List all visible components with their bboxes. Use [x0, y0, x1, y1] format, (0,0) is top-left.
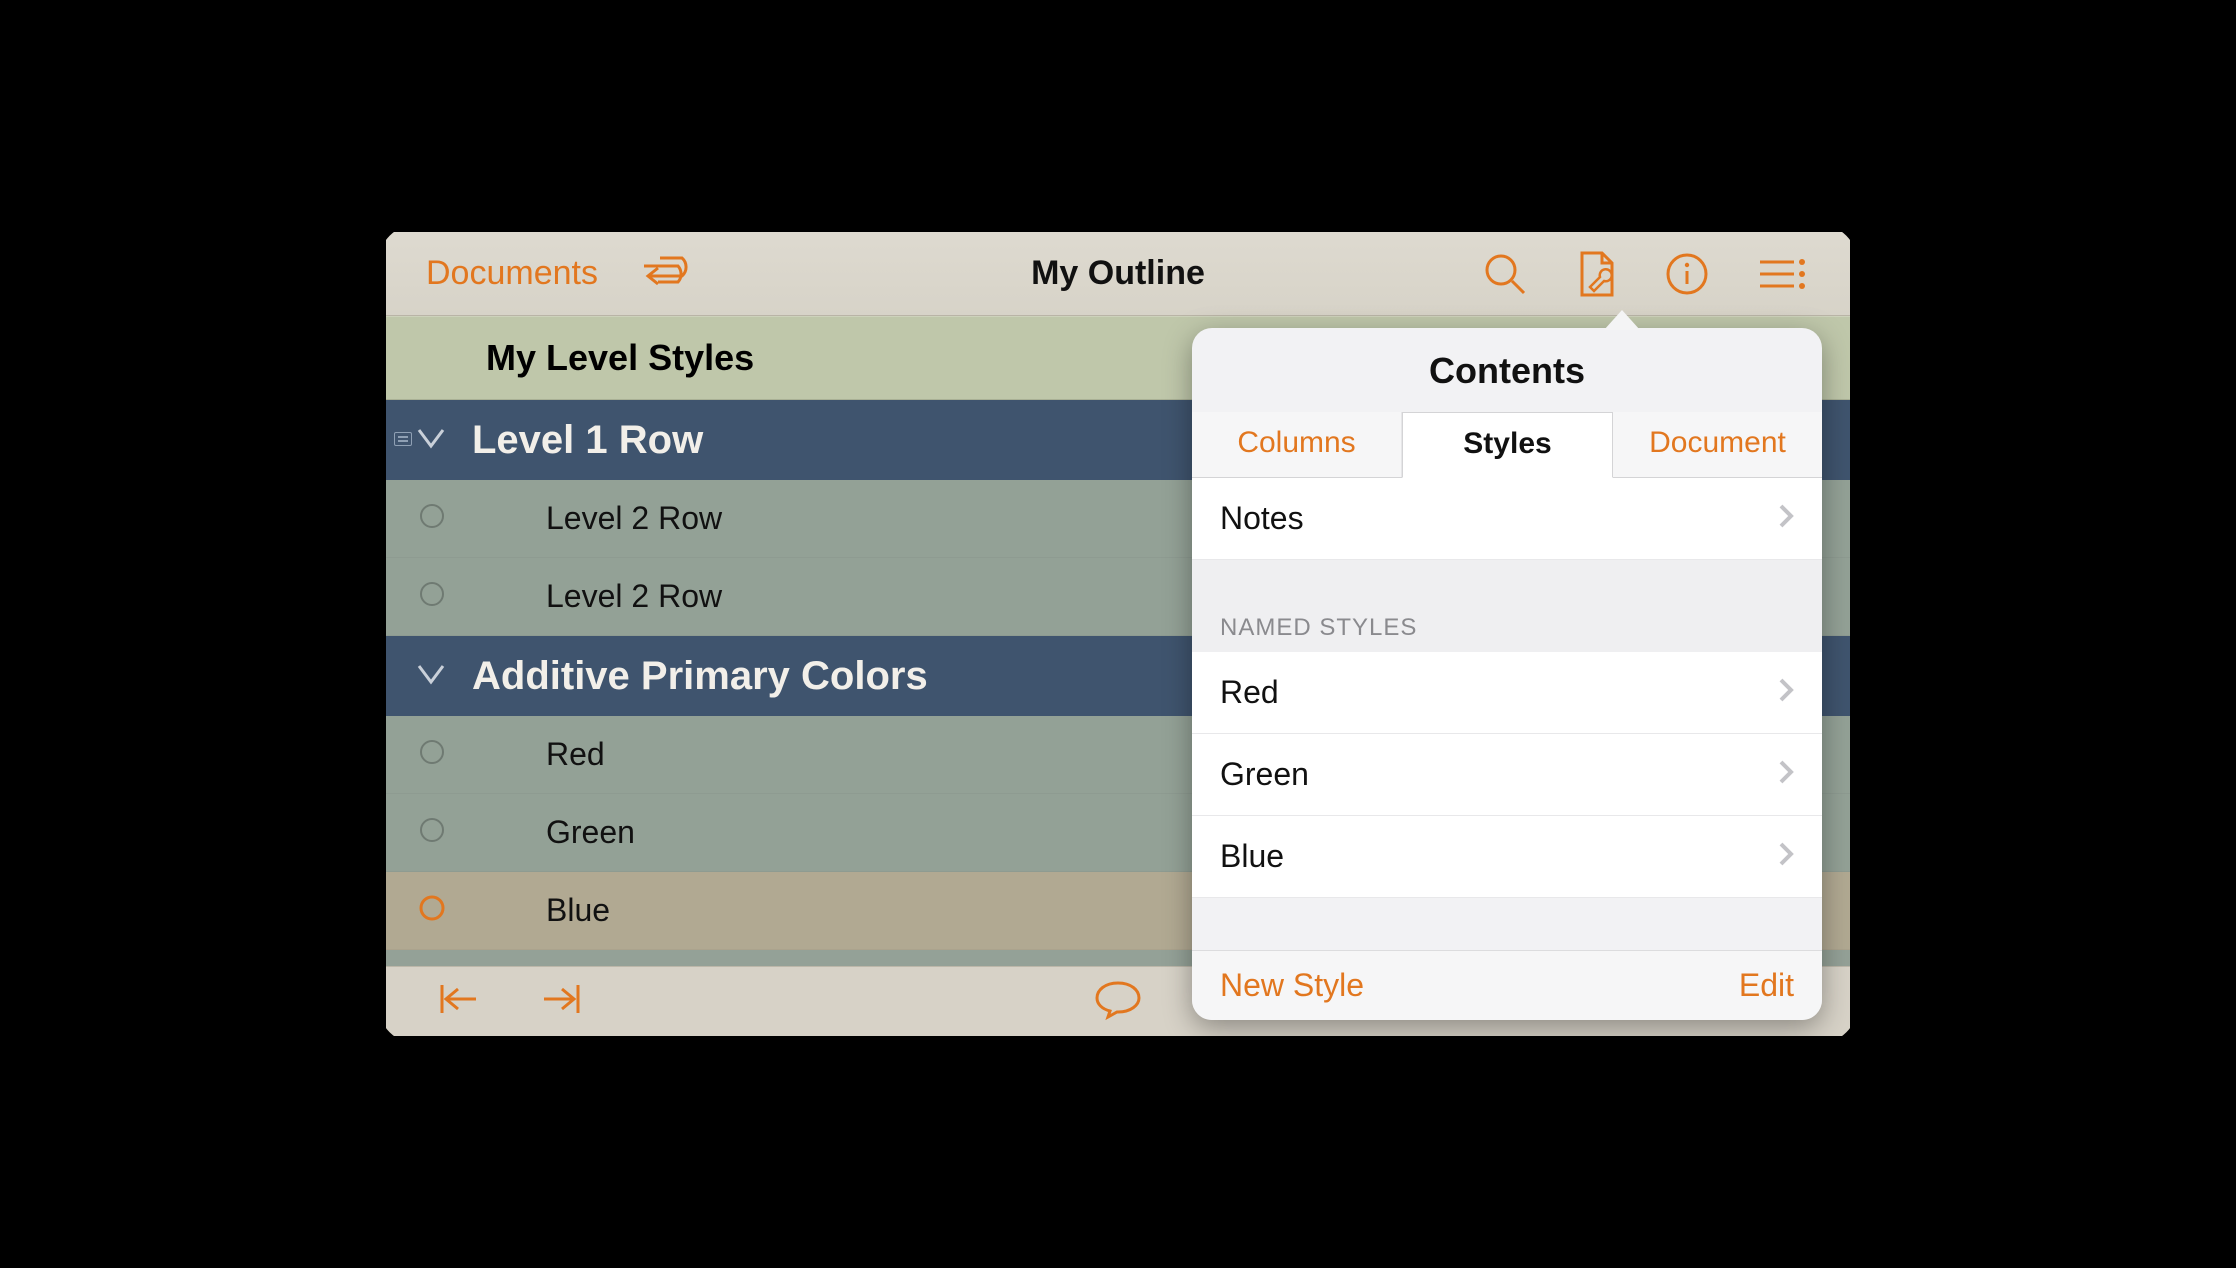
wrench-document-icon [1574, 249, 1618, 299]
row-text: Level 1 Row [472, 418, 703, 463]
contents-popover: Contents Columns Styles Document Notes N… [1192, 328, 1822, 1020]
row-text: Level 2 Row [546, 500, 722, 537]
edit-button[interactable]: Edit [1739, 967, 1794, 1004]
tab-columns[interactable]: Columns [1192, 412, 1402, 477]
style-notes-cell[interactable]: Notes [1192, 478, 1822, 560]
speech-bubble-icon [1093, 977, 1143, 1021]
chevron-right-icon [1778, 674, 1794, 711]
chevron-right-icon [1778, 838, 1794, 875]
undo-button[interactable] [638, 254, 694, 294]
indent-button[interactable] [540, 981, 584, 1022]
outdent-icon [436, 981, 480, 1017]
outline-view-button[interactable] [1756, 254, 1806, 294]
row-handle-icon[interactable] [418, 502, 446, 535]
search-icon [1482, 251, 1528, 297]
note-button[interactable] [1093, 1008, 1143, 1025]
popover-arrow [1604, 310, 1640, 330]
row-handle-icon[interactable] [418, 816, 446, 849]
cell-label: Green [1220, 756, 1309, 793]
cell-label: Blue [1220, 838, 1284, 875]
popover-tabs: Columns Styles Document [1192, 412, 1822, 478]
list-icon [1756, 254, 1806, 294]
outline-title-text: My Level Styles [486, 337, 754, 379]
documents-back-button[interactable]: Documents [426, 254, 598, 293]
top-toolbar: Documents My Outline [386, 232, 1850, 316]
named-style-cell[interactable]: Blue [1192, 816, 1822, 898]
popover-title: Contents [1192, 350, 1822, 392]
search-button[interactable] [1482, 251, 1528, 297]
row-text: Additive Primary Colors [472, 654, 928, 699]
cell-label: Notes [1220, 500, 1304, 537]
note-indicator-icon[interactable] [394, 432, 412, 446]
row-handle-icon[interactable] [418, 738, 446, 771]
tab-document[interactable]: Document [1613, 412, 1822, 477]
row-handle-icon[interactable] [418, 580, 446, 613]
section-header-named-styles: NAMED STYLES [1192, 614, 1822, 652]
info-icon [1664, 251, 1710, 297]
disclosure-triangle-icon[interactable] [416, 426, 446, 455]
row-text: Level 2 Row [546, 578, 722, 615]
cell-label: Red [1220, 674, 1279, 711]
chevron-right-icon [1778, 500, 1794, 537]
tab-styles[interactable]: Styles [1402, 412, 1613, 478]
contents-inspector-button[interactable] [1574, 249, 1618, 299]
disclosure-triangle-icon[interactable] [416, 662, 446, 691]
named-style-cell[interactable]: Green [1192, 734, 1822, 816]
new-style-button[interactable]: New Style [1220, 967, 1364, 1004]
indent-icon [540, 981, 584, 1017]
named-style-cell[interactable]: Red [1192, 652, 1822, 734]
outdent-button[interactable] [436, 981, 480, 1022]
chevron-right-icon [1778, 756, 1794, 793]
row-text: Red [546, 736, 605, 773]
info-button[interactable] [1664, 251, 1710, 297]
row-text: Blue [546, 892, 610, 929]
row-text: Green [546, 814, 635, 851]
row-handle-icon[interactable] [418, 894, 446, 927]
undo-icon [638, 254, 694, 294]
